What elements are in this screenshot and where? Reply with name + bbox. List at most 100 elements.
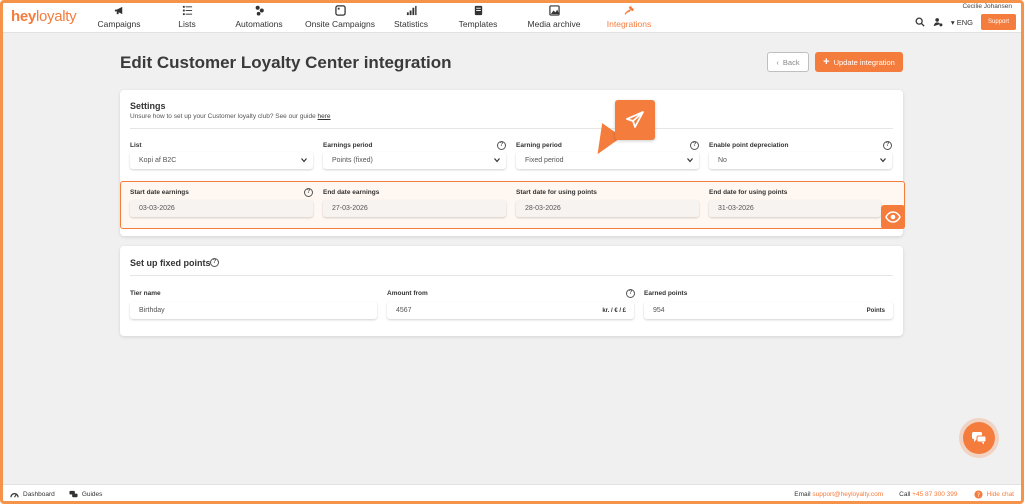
divider [130,128,893,129]
start-date-earnings-input[interactable]: 03-03-2026 [130,200,313,217]
email-label: Email [794,491,811,498]
dashboard-link[interactable]: Dashboard [10,490,55,499]
date-fields-highlight: Start date earnings ? 03-03-2026 End dat… [120,181,905,229]
chevron-down-icon [687,158,693,163]
nav-templates[interactable]: Templates [442,0,514,33]
window-icon [334,4,346,16]
pointer-badge [615,100,655,140]
point-depreciation-select[interactable]: No [709,152,892,169]
guides-label: Guides [81,491,103,498]
nav-onsite-campaigns[interactable]: Onsite Campaigns [300,0,380,33]
earnings-period-label: Earnings period [323,142,373,149]
user-settings-icon[interactable] [933,17,943,27]
earnings-period-select[interactable]: Points (fixed) [323,152,506,169]
nav-label: Lists [178,18,196,29]
language-label: ENG [956,17,973,27]
language-selector[interactable]: ▾ ENG [951,18,973,27]
amount-from-input[interactable]: 4567 kr. / € / £ [387,302,634,319]
image-icon [548,4,560,16]
nav-statistics[interactable]: Statistics [380,0,442,33]
amount-from-label: Amount from [387,290,428,297]
end-date-points-input[interactable]: 31-03-2026 [709,200,881,217]
guide-link[interactable]: here [318,113,331,120]
start-date-points-input[interactable]: 28-03-2026 [516,200,699,217]
nav-label: Templates [458,18,498,29]
nav-automations[interactable]: Automations [218,0,300,33]
earned-points-input[interactable]: 954 Points [644,302,893,319]
chat-button[interactable] [963,422,995,454]
currency-suffix: kr. / € / £ [602,307,626,314]
settings-title: Settings [130,101,166,111]
nav-label: Automations [235,18,283,29]
search-icon[interactable] [915,17,925,27]
earning-period-value: Fixed period [525,157,564,164]
end-date-points-value: 31-03-2026 [718,205,754,212]
start-date-earnings-label: Start date earnings [130,189,189,196]
page-title: Edit Customer Loyalty Center integration [120,53,452,72]
end-date-earnings-input[interactable]: 27-03-2026 [323,200,506,217]
phone-link[interactable]: +45 87 300 399 [912,491,957,498]
tier-name-input[interactable]: Birthday [130,302,377,319]
logo-text-loyalty: loyalty [35,8,77,25]
nav-label: Integrations [606,18,652,29]
nav-label: Statistics [393,18,428,29]
list-icon [182,5,192,15]
phone-contact: Call +45 87 300 399 [899,491,957,498]
help-icon[interactable]: ? [497,141,506,150]
help-icon[interactable]: ? [304,188,313,197]
help-icon[interactable]: ? [210,258,219,267]
help-icon[interactable]: ? [883,141,892,150]
main-nav: Campaigns Lists Automations Onsite Campa… [82,0,664,33]
help-icon[interactable]: ? [690,141,699,150]
dashboard-label: Dashboard [23,491,55,498]
help-icon[interactable]: ? [626,289,635,298]
end-date-points-label: End date for using points [709,189,788,196]
point-depreciation-label: Enable point depreciation [709,142,789,149]
hide-chat-label: Hide chat [986,491,1014,498]
start-date-points-value: 28-03-2026 [525,205,561,212]
bar-chart-icon [406,5,417,15]
plug-icon [624,5,634,15]
call-label: Call [899,491,911,498]
bottom-bar: Dashboard Guides Email support@heyloyalt… [0,484,1024,504]
list-value: Kopi af B2C [139,157,177,164]
update-integration-button[interactable]: + Update integration [815,52,903,72]
nav-lists[interactable]: Lists [156,0,218,33]
heyloyalty-logo[interactable]: heyloyalty [11,8,77,25]
dashboard-icon [10,492,19,498]
nav-label: Media archive [527,18,581,29]
end-date-earnings-value: 27-03-2026 [332,205,368,212]
start-date-earnings-value: 03-03-2026 [139,205,175,212]
help-circle-icon: ? [973,490,983,499]
earned-points-value: 954 [653,307,665,314]
tier-name-label: Tier name [130,290,161,297]
list-label: List [130,142,142,149]
email-contact: Email support@heyloyalty.com [794,491,883,498]
points-suffix: Points [866,307,885,314]
eye-icon [885,211,901,223]
nav-label: Campaigns [97,18,141,29]
top-navigation-bar: heyloyalty Campaigns Lists Automations O… [0,0,1024,33]
nav-campaigns[interactable]: Campaigns [82,0,156,33]
hide-chat-link[interactable]: ? Hide chat [973,490,1014,499]
nav-integrations[interactable]: Integrations [594,0,664,33]
earned-points-label: Earned points [644,290,688,297]
support-button[interactable]: Support [980,14,1016,30]
guides-link[interactable]: Guides [69,490,103,499]
eye-visibility-button[interactable] [881,205,905,229]
chat-icon [972,432,987,445]
chevron-down-icon [494,158,500,163]
back-button[interactable]: ‹ Back [767,52,809,72]
automation-icon [255,5,264,16]
point-depreciation-value: No [718,157,727,164]
email-link[interactable]: support@heyloyalty.com [812,491,883,498]
end-date-earnings-label: End date earnings [323,189,380,196]
chevron-down-icon [880,158,886,163]
template-icon [474,5,482,15]
earnings-period-value: Points (fixed) [332,157,373,164]
list-select[interactable]: Kopi af B2C [130,152,313,169]
guides-icon [69,490,78,498]
paper-plane-icon [626,111,644,128]
nav-media-archive[interactable]: Media archive [514,0,594,33]
chevron-left-icon: ‹ [776,57,779,67]
